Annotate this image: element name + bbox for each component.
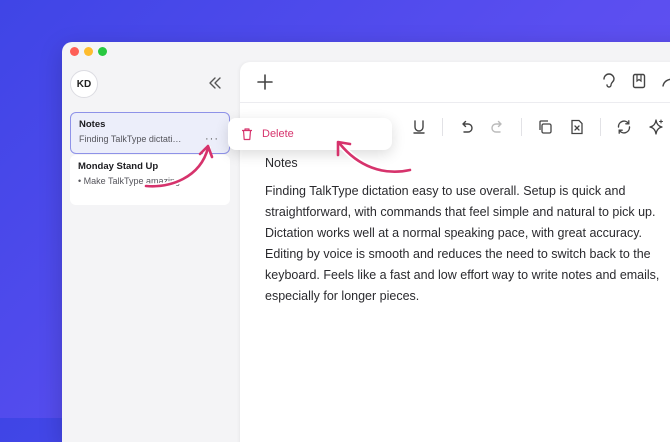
- avatar[interactable]: KD: [70, 70, 98, 98]
- annotation-arrow-to-more: [143, 144, 214, 190]
- redo-icon[interactable]: [489, 118, 507, 136]
- annotation-arrow-to-delete: [336, 140, 413, 175]
- sidebar: KD Notes Finding TalkType dictati… ··· M…: [62, 42, 240, 442]
- toolbar-divider: [521, 118, 522, 136]
- refresh-icon[interactable]: [615, 118, 633, 136]
- forward-icon[interactable]: [660, 72, 670, 90]
- trash-icon: [242, 128, 252, 141]
- underline-icon[interactable]: [410, 118, 428, 136]
- top-right-actions: [600, 72, 670, 90]
- note-item-title: Notes: [79, 119, 106, 130]
- document-title[interactable]: Notes: [265, 156, 298, 170]
- voice-icon[interactable]: [600, 72, 618, 90]
- copy-icon[interactable]: [536, 118, 554, 136]
- delete-menu-item[interactable]: Delete: [262, 128, 294, 140]
- new-note-icon[interactable]: [255, 72, 275, 92]
- document-body[interactable]: Finding TalkType dictation easy to use o…: [265, 181, 665, 307]
- sparkle-icon[interactable]: [647, 118, 665, 136]
- toolbar-divider: [600, 118, 601, 136]
- editor-top-bar: [240, 62, 670, 103]
- clear-format-icon[interactable]: [568, 118, 586, 136]
- formatting-toolbar: [410, 118, 665, 136]
- undo-icon[interactable]: [457, 118, 475, 136]
- bookmark-icon[interactable]: [630, 72, 648, 90]
- collapse-sidebar-icon[interactable]: [206, 74, 224, 92]
- toolbar-divider: [442, 118, 443, 136]
